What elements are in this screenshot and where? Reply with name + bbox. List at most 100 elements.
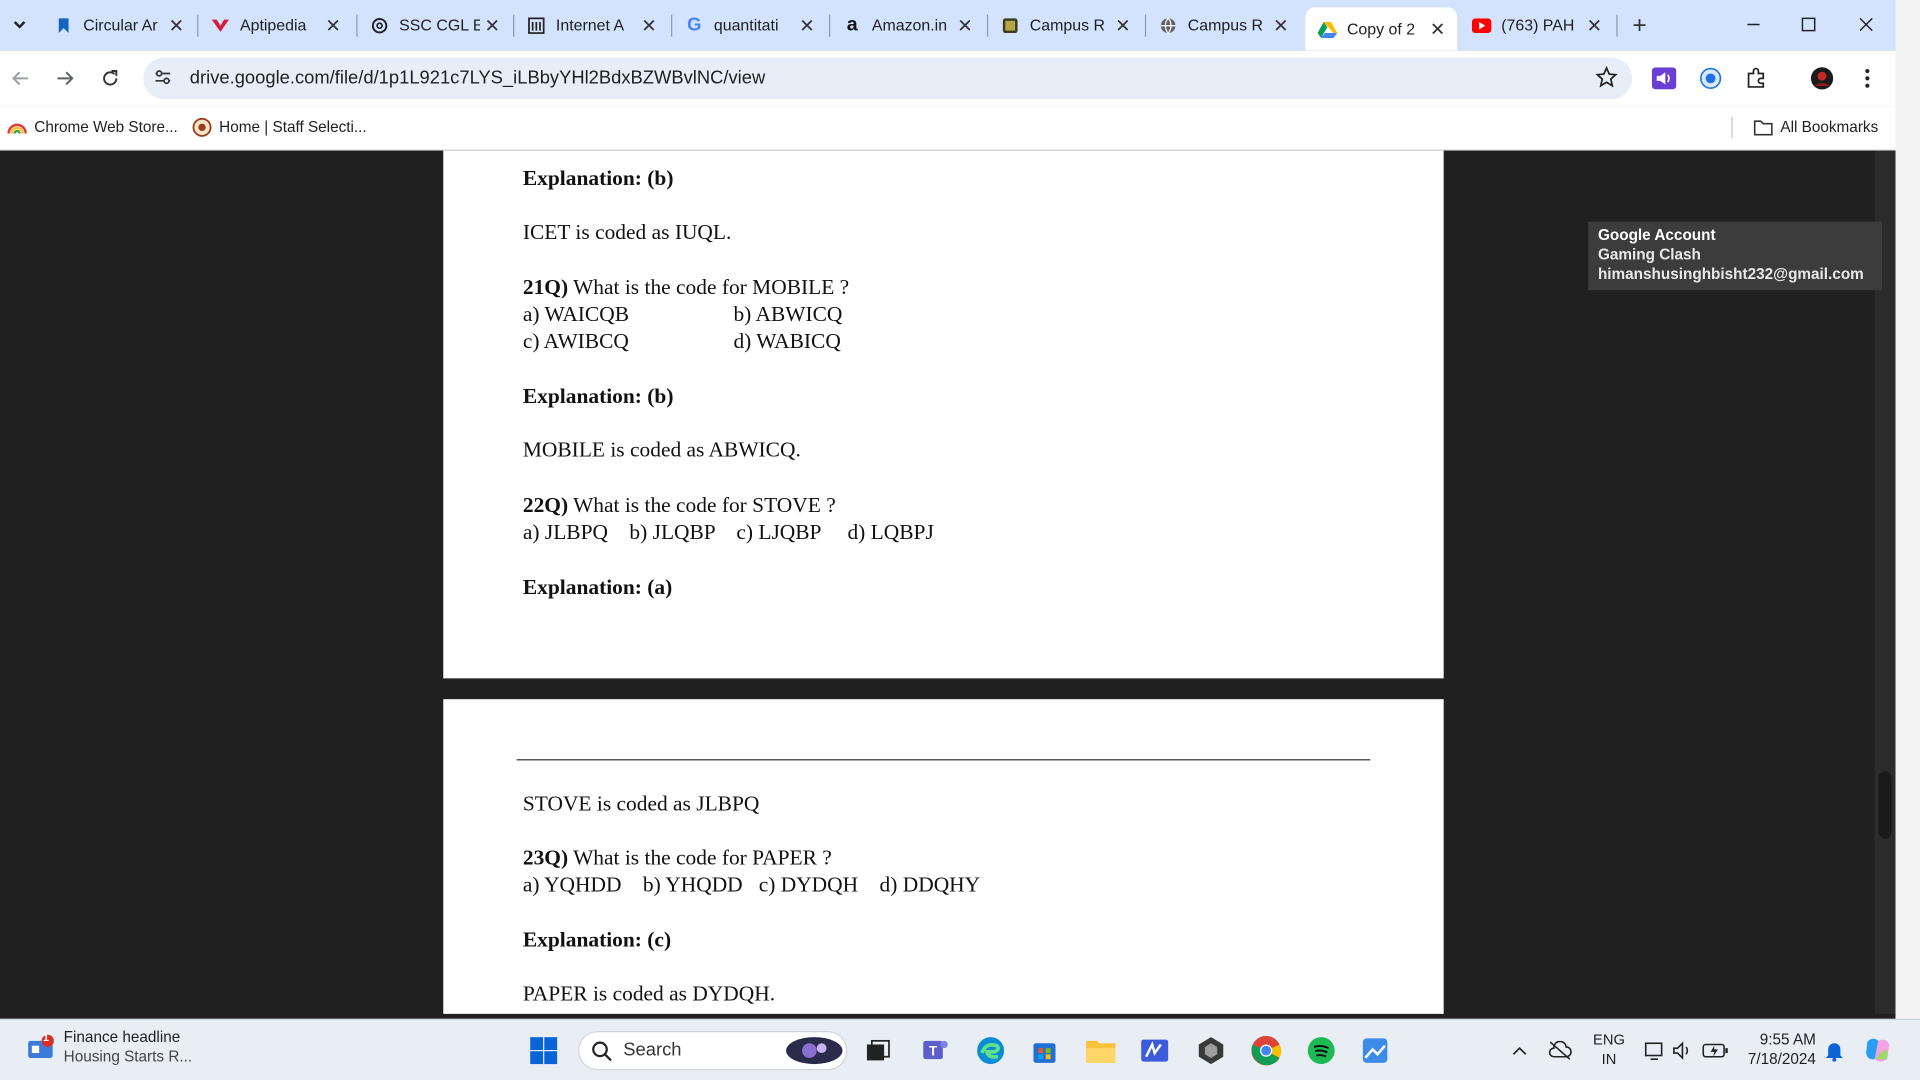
copilot-icon xyxy=(1866,1038,1890,1062)
tab-5[interactable]: a Amazon.in ✕ xyxy=(830,0,984,50)
reload-button[interactable] xyxy=(97,65,124,92)
bookmark-star-icon[interactable] xyxy=(1595,65,1618,94)
tooltip-title: Google Account xyxy=(1597,226,1716,244)
chrome-taskbar-button[interactable] xyxy=(1250,1035,1282,1067)
battery-tray[interactable] xyxy=(1698,1035,1732,1067)
notifications-button[interactable] xyxy=(1821,1035,1848,1067)
app-button[interactable] xyxy=(1359,1035,1391,1067)
news-widget[interactable]: Finance headline Housing Starts R... xyxy=(64,1027,192,1066)
teams-button[interactable]: T xyxy=(920,1035,952,1067)
record-extension-icon xyxy=(1700,67,1722,89)
close-tab-icon[interactable]: ✕ xyxy=(164,13,188,37)
show-hidden-icons[interactable] xyxy=(1505,1035,1534,1067)
language-indicator[interactable]: ENG IN xyxy=(1593,1030,1625,1069)
bell-icon xyxy=(1825,1043,1843,1062)
maximize-icon xyxy=(1801,17,1816,32)
tab-search-button[interactable] xyxy=(7,12,31,36)
explanation-label: Explanation: (a) xyxy=(522,574,673,599)
teams-icon: T xyxy=(923,1040,948,1060)
extensions-button[interactable] xyxy=(1744,66,1768,90)
bookmark-label: Home | Staff Selecti... xyxy=(219,118,367,136)
tab-1[interactable]: Aptipedia ✕ xyxy=(198,0,352,50)
tab-title: Campus R xyxy=(1187,15,1263,35)
edge-button[interactable] xyxy=(975,1035,1007,1067)
minimize-button[interactable] xyxy=(1739,10,1768,39)
news-title: Finance headline xyxy=(63,1028,181,1046)
file-explorer-button[interactable] xyxy=(1085,1035,1117,1067)
network-tray[interactable] xyxy=(1641,1035,1670,1067)
photos-icon xyxy=(1362,1038,1388,1063)
speaker-extension-icon xyxy=(1651,67,1677,90)
news-subtitle: Housing Starts R... xyxy=(63,1048,193,1066)
back-button[interactable] xyxy=(7,65,34,92)
extension-read-aloud[interactable] xyxy=(1651,66,1677,90)
taskbar-search[interactable]: Search xyxy=(577,1031,848,1071)
close-tab-icon[interactable]: ✕ xyxy=(953,13,977,37)
close-icon xyxy=(1859,17,1873,32)
ssc-emblem-icon xyxy=(192,117,212,138)
start-button[interactable] xyxy=(528,1035,560,1067)
options-row: a) JLBPQ b) JLQBP c) LJQBP d) LQBPJ xyxy=(522,519,934,544)
region-code: IN xyxy=(1601,1050,1617,1068)
copilot-button[interactable] xyxy=(1861,1035,1895,1067)
chrome-icon xyxy=(1251,1035,1282,1066)
tab-4[interactable]: G quantitati ✕ xyxy=(672,0,826,50)
forward-button[interactable] xyxy=(51,65,78,92)
app-button[interactable] xyxy=(1139,1035,1171,1067)
clock-date: 7/18/2024 xyxy=(1747,1050,1816,1068)
address-bar[interactable]: drive.google.com/file/d/1p1L921c7LYS_iLB… xyxy=(143,57,1633,100)
tab-title: (763) PAH xyxy=(1501,15,1575,35)
chrome-menu-button[interactable] xyxy=(1855,66,1879,90)
maximize-button[interactable] xyxy=(1794,10,1823,39)
task-view-button[interactable] xyxy=(862,1035,894,1067)
search-icon xyxy=(592,1041,612,1062)
tab-6[interactable]: Campus R ✕ xyxy=(988,0,1142,50)
bookmark-chrome-web-store[interactable]: Chrome Web Store... xyxy=(7,118,178,138)
close-tab-icon[interactable]: ✕ xyxy=(1269,13,1293,37)
bookmark-staff-selection[interactable]: Home | Staff Selecti... xyxy=(192,117,367,138)
all-bookmarks-button[interactable]: All Bookmarks xyxy=(1753,118,1878,138)
close-tab-icon[interactable]: ✕ xyxy=(637,13,661,37)
minimize-icon xyxy=(1747,23,1760,26)
tab-8-active[interactable]: Copy of 2 ✕ xyxy=(1305,7,1458,51)
spotify-button[interactable] xyxy=(1305,1035,1337,1067)
options-row: a) YQHDD b) YHQDD c) DYDQH d) DDQHY xyxy=(522,871,981,897)
cloud-offline-icon xyxy=(1548,1040,1572,1060)
news-widget-icon xyxy=(28,1034,54,1058)
widgets-button[interactable] xyxy=(24,1032,56,1064)
tab-title: Circular Ar xyxy=(83,15,158,35)
new-tab-button[interactable]: + xyxy=(1626,12,1653,39)
close-tab-icon[interactable]: ✕ xyxy=(1425,17,1449,41)
tab-3[interactable]: Internet A ✕ xyxy=(514,0,668,50)
close-tab-icon[interactable]: ✕ xyxy=(321,13,345,37)
tab-title: quantitati xyxy=(713,15,779,35)
option-a: a) WAICQB xyxy=(522,301,630,326)
search-label: Search xyxy=(623,1039,682,1061)
close-tab-icon[interactable]: ✕ xyxy=(1582,13,1606,37)
close-tab-icon[interactable]: ✕ xyxy=(795,13,819,37)
onedrive-tray[interactable] xyxy=(1545,1035,1574,1067)
volume-tray[interactable] xyxy=(1668,1035,1697,1067)
tab-0[interactable]: Circular Ar ✕ xyxy=(42,0,196,50)
extension-record[interactable] xyxy=(1698,66,1722,90)
tab-7[interactable]: Campus R ✕ xyxy=(1146,0,1300,50)
app-button[interactable] xyxy=(1195,1035,1227,1067)
google-icon: G xyxy=(687,14,702,36)
store-button[interactable] xyxy=(1029,1035,1061,1067)
close-window-button[interactable] xyxy=(1851,10,1880,39)
option-b: b) ABWICQ xyxy=(733,301,843,326)
edge-icon xyxy=(977,1037,1005,1065)
close-tab-icon[interactable]: ✕ xyxy=(480,13,504,37)
profile-avatar-button[interactable] xyxy=(1810,66,1834,90)
browser-toolbar: drive.google.com/file/d/1p1L921c7LYS_iLB… xyxy=(0,50,1896,107)
explanation-label: Explanation: (c) xyxy=(522,926,672,952)
ink-app-icon xyxy=(1141,1039,1169,1062)
cube-app-icon xyxy=(1198,1037,1224,1065)
scrollbar-thumb[interactable] xyxy=(1878,771,1892,839)
system-clock[interactable]: 9:55 AM 7/18/2024 xyxy=(1745,1030,1816,1069)
option-c: c) AWIBCQ xyxy=(522,328,629,353)
close-tab-icon[interactable]: ✕ xyxy=(1111,13,1135,37)
tab-2[interactable]: SSC CGL E ✕ xyxy=(358,0,512,50)
tab-9[interactable]: (763) PAH ✕ xyxy=(1460,0,1614,50)
site-info-icon[interactable] xyxy=(153,67,173,93)
